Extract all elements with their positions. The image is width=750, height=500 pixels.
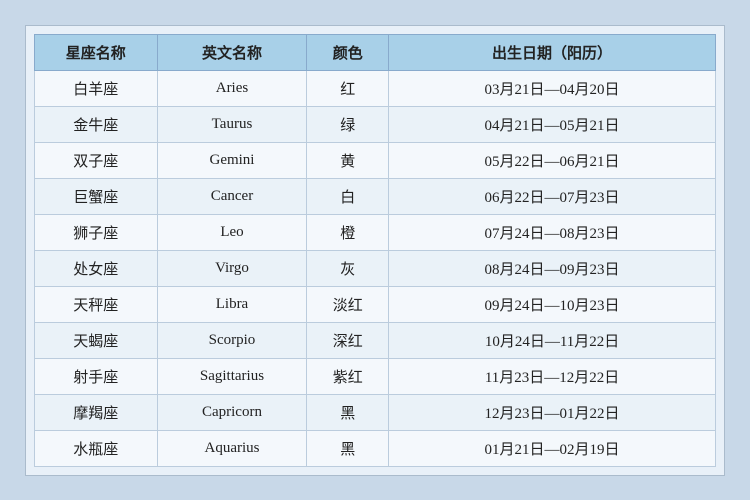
- cell-color: 红: [307, 70, 389, 106]
- table-row: 狮子座Leo橙07月24日—08月23日: [35, 214, 716, 250]
- cell-date: 05月22日—06月21日: [389, 142, 716, 178]
- cell-en: Cancer: [157, 178, 307, 214]
- table-row: 白羊座Aries红03月21日—04月20日: [35, 70, 716, 106]
- cell-en: Scorpio: [157, 322, 307, 358]
- cell-color: 绿: [307, 106, 389, 142]
- cell-en: Sagittarius: [157, 358, 307, 394]
- cell-zh: 天秤座: [35, 286, 158, 322]
- cell-date: 10月24日—11月22日: [389, 322, 716, 358]
- cell-zh: 摩羯座: [35, 394, 158, 430]
- cell-color: 灰: [307, 250, 389, 286]
- cell-zh: 金牛座: [35, 106, 158, 142]
- table-row: 天秤座Libra淡红09月24日—10月23日: [35, 286, 716, 322]
- cell-date: 12月23日—01月22日: [389, 394, 716, 430]
- cell-date: 08月24日—09月23日: [389, 250, 716, 286]
- cell-zh: 狮子座: [35, 214, 158, 250]
- cell-color: 紫红: [307, 358, 389, 394]
- cell-color: 淡红: [307, 286, 389, 322]
- table-header-row: 星座名称 英文名称 颜色 出生日期（阳历）: [35, 34, 716, 70]
- cell-en: Aquarius: [157, 430, 307, 466]
- table-row: 射手座Sagittarius紫红11月23日—12月22日: [35, 358, 716, 394]
- cell-date: 04月21日—05月21日: [389, 106, 716, 142]
- table-row: 水瓶座Aquarius黑01月21日—02月19日: [35, 430, 716, 466]
- table-row: 金牛座Taurus绿04月21日—05月21日: [35, 106, 716, 142]
- cell-color: 黑: [307, 394, 389, 430]
- cell-zh: 射手座: [35, 358, 158, 394]
- cell-color: 黑: [307, 430, 389, 466]
- table-body: 白羊座Aries红03月21日—04月20日金牛座Taurus绿04月21日—0…: [35, 70, 716, 466]
- cell-en: Taurus: [157, 106, 307, 142]
- cell-date: 03月21日—04月20日: [389, 70, 716, 106]
- table-row: 双子座Gemini黄05月22日—06月21日: [35, 142, 716, 178]
- zodiac-table: 星座名称 英文名称 颜色 出生日期（阳历） 白羊座Aries红03月21日—04…: [34, 34, 716, 467]
- cell-zh: 天蝎座: [35, 322, 158, 358]
- table-row: 处女座Virgo灰08月24日—09月23日: [35, 250, 716, 286]
- header-date: 出生日期（阳历）: [389, 34, 716, 70]
- header-color: 颜色: [307, 34, 389, 70]
- cell-en: Leo: [157, 214, 307, 250]
- zodiac-table-container: 星座名称 英文名称 颜色 出生日期（阳历） 白羊座Aries红03月21日—04…: [25, 25, 725, 476]
- table-row: 巨蟹座Cancer白06月22日—07月23日: [35, 178, 716, 214]
- cell-color: 白: [307, 178, 389, 214]
- table-row: 天蝎座Scorpio深红10月24日—11月22日: [35, 322, 716, 358]
- header-zh: 星座名称: [35, 34, 158, 70]
- cell-en: Capricorn: [157, 394, 307, 430]
- cell-date: 01月21日—02月19日: [389, 430, 716, 466]
- table-row: 摩羯座Capricorn黑12月23日—01月22日: [35, 394, 716, 430]
- cell-date: 09月24日—10月23日: [389, 286, 716, 322]
- cell-en: Gemini: [157, 142, 307, 178]
- cell-zh: 巨蟹座: [35, 178, 158, 214]
- cell-zh: 水瓶座: [35, 430, 158, 466]
- cell-en: Aries: [157, 70, 307, 106]
- cell-date: 07月24日—08月23日: [389, 214, 716, 250]
- cell-en: Libra: [157, 286, 307, 322]
- header-en: 英文名称: [157, 34, 307, 70]
- cell-zh: 双子座: [35, 142, 158, 178]
- cell-zh: 处女座: [35, 250, 158, 286]
- cell-zh: 白羊座: [35, 70, 158, 106]
- cell-date: 06月22日—07月23日: [389, 178, 716, 214]
- cell-color: 深红: [307, 322, 389, 358]
- cell-color: 黄: [307, 142, 389, 178]
- cell-date: 11月23日—12月22日: [389, 358, 716, 394]
- cell-color: 橙: [307, 214, 389, 250]
- cell-en: Virgo: [157, 250, 307, 286]
